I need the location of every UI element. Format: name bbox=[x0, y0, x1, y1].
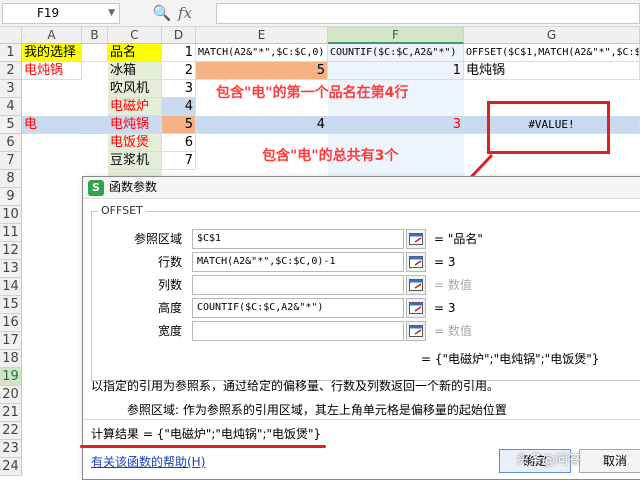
arg-label-rows: 行数 bbox=[157, 255, 182, 269]
arg-input-cols[interactable] bbox=[192, 275, 404, 295]
watermark: 头条@问答 bbox=[516, 453, 582, 468]
arg-label-reference: 参照区域 bbox=[133, 232, 182, 246]
parameter-description: 参照区域: 作为参照系的引用区域，其左上角单元格是偏移量的起始位置 bbox=[127, 403, 507, 417]
function-help-link[interactable]: 有关该函数的帮助(H) bbox=[91, 453, 205, 470]
arg-label-height: 高度 bbox=[157, 301, 182, 315]
range-select-icon[interactable] bbox=[406, 252, 426, 272]
wps-logo-icon: S bbox=[88, 180, 104, 196]
function-name: OFFSET bbox=[98, 204, 146, 217]
arg-input-rows[interactable]: MATCH(A2&"*",$C:$C,0)-1 bbox=[192, 252, 404, 272]
arg-input-height[interactable]: COUNTIF($C:$C,A2&"*") bbox=[192, 298, 404, 318]
arg-result-width: = 数值 bbox=[434, 324, 472, 338]
function-description: 以指定的引用为参照系，通过给定的偏移量、行数及列数返回一个新的引用。 bbox=[91, 379, 500, 393]
range-select-icon[interactable] bbox=[406, 229, 426, 249]
range-select-icon[interactable] bbox=[406, 275, 426, 295]
range-select-icon[interactable] bbox=[406, 298, 426, 318]
arg-result-height: = 3 bbox=[434, 301, 456, 315]
arg-result-cols: = 数值 bbox=[434, 278, 472, 292]
dialog-title-bar[interactable]: S 函数参数 bbox=[83, 177, 640, 199]
arg-input-reference[interactable]: $C$1 bbox=[192, 229, 404, 249]
arg-result-reference: = "品名" bbox=[434, 232, 483, 246]
function-arguments-dialog: S 函数参数 OFFSET 参照区域 $C$1 = "品名" 行数 MATCH(… bbox=[82, 176, 640, 480]
calc-result-underline bbox=[80, 445, 326, 448]
cancel-button[interactable]: 取消 bbox=[579, 449, 640, 473]
dialog-title: 函数参数 bbox=[109, 180, 158, 194]
dialog-divider bbox=[83, 419, 640, 420]
arg-input-width[interactable] bbox=[192, 321, 404, 341]
arg-result-rows: = 3 bbox=[434, 255, 456, 269]
range-select-icon[interactable] bbox=[406, 321, 426, 341]
arg-label-cols: 列数 bbox=[157, 278, 182, 292]
arg-label-width: 宽度 bbox=[157, 324, 182, 338]
calculation-result: 计算结果 = {"电磁炉";"电炖锅";"电饭煲"} bbox=[91, 427, 322, 441]
overall-result: = {"电磁炉";"电炖锅";"电饭煲"} bbox=[421, 352, 600, 366]
